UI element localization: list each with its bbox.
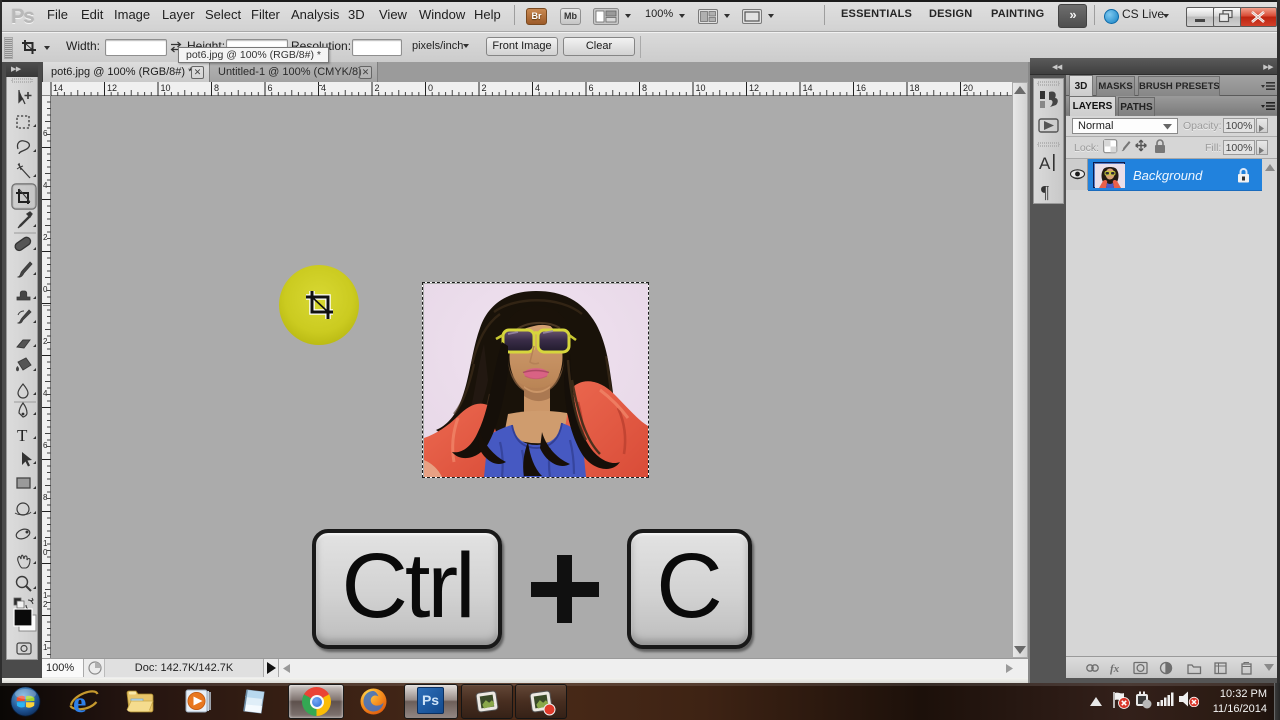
svg-text:4: 4	[321, 83, 326, 93]
svg-text:2: 2	[375, 83, 380, 93]
svg-text:16: 16	[856, 83, 866, 93]
svg-text:6: 6	[43, 129, 48, 138]
svg-text:4: 4	[43, 181, 48, 190]
svg-text:6: 6	[589, 83, 594, 93]
svg-text:10: 10	[161, 83, 171, 93]
svg-text:¶: ¶	[1041, 182, 1049, 202]
svg-text:fx: fx	[1110, 663, 1120, 675]
svg-text:T: T	[17, 426, 28, 445]
svg-text:10: 10	[696, 83, 706, 93]
svg-text:e: e	[73, 686, 86, 717]
svg-text:A: A	[1039, 154, 1051, 173]
svg-text:14: 14	[53, 83, 63, 93]
svg-text:1: 1	[43, 643, 48, 652]
svg-text:8: 8	[214, 83, 219, 93]
svg-text:4: 4	[43, 389, 48, 398]
svg-text:1: 1	[43, 539, 48, 548]
svg-text:12: 12	[749, 83, 759, 93]
svg-text:2: 2	[43, 600, 48, 609]
svg-text:6: 6	[268, 83, 273, 93]
svg-text:0: 0	[43, 548, 48, 557]
svg-text:4: 4	[535, 83, 540, 93]
svg-text:0: 0	[428, 83, 433, 93]
svg-text:8: 8	[43, 493, 48, 502]
svg-text:20: 20	[963, 83, 973, 93]
svg-text:0: 0	[43, 285, 48, 294]
svg-text:1: 1	[43, 591, 48, 600]
svg-text:8: 8	[642, 83, 647, 93]
svg-text:18: 18	[910, 83, 920, 93]
svg-text:12: 12	[107, 83, 117, 93]
svg-text:14: 14	[803, 83, 813, 93]
svg-text:2: 2	[482, 83, 487, 93]
svg-text:6: 6	[43, 441, 48, 450]
svg-text:2: 2	[43, 233, 48, 242]
svg-text:2: 2	[43, 337, 48, 346]
